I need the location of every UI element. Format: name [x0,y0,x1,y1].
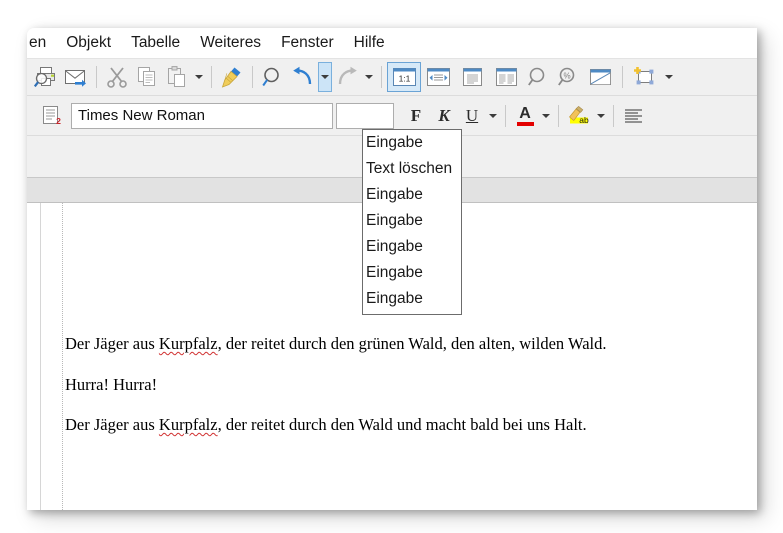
menu-bar: en Objekt Tabelle Weiteres Fenster Hilfe [27,28,757,58]
text-run: Hurra! Hurra! [65,374,158,394]
highlight-color-button[interactable]: ab [564,101,594,131]
undo-icon[interactable] [288,62,318,92]
toolbar-separator [505,104,506,127]
standard-toolbar: 1:1 % [27,58,757,96]
toolbar-separator [558,104,559,127]
document-paragraph[interactable]: Der Jäger aus Kurpfalz, der reitet durch… [65,415,755,434]
toolbar-separator [252,66,253,88]
toolbar-separator [613,104,614,127]
zoom-two-pages-icon[interactable] [489,62,523,92]
font-color-swatch [516,121,534,126]
menu-item-tabelle[interactable]: Tabelle [122,32,189,54]
zoom-in-icon[interactable] [523,62,553,92]
text-run: Der Jäger aus [65,415,159,434]
zoom-page-width-icon[interactable] [421,62,455,92]
redo-dropdown-caret[interactable] [362,62,376,92]
toolbar-separator [622,66,623,88]
font-color-button[interactable]: A [511,102,539,130]
toolbar-separator [381,66,382,88]
copy-icon[interactable] [132,62,162,92]
font-color-dropdown-caret[interactable] [539,101,553,131]
email-icon[interactable] [61,62,91,92]
paste-dropdown-caret[interactable] [192,62,206,92]
zoom-percent-icon[interactable]: % [553,62,583,92]
text-run: , der reitet durch den Wald und macht ba… [217,415,587,434]
document-paragraph[interactable]: Hurra! Hurra! [65,374,755,394]
undo-menu-item[interactable]: Text löschen [363,157,461,183]
find-icon[interactable] [258,62,288,92]
text-run: , der reitet durch den grünen Wald, den … [217,334,607,353]
font-name-combo[interactable]: Times New Roman [71,102,333,129]
undo-menu-item[interactable]: Eingabe [363,209,461,235]
cut-icon[interactable] [102,62,132,92]
menu-item-hilfe[interactable]: Hilfe [345,32,394,54]
print-preview-icon[interactable] [31,62,61,92]
insert-object-dropdown-caret[interactable] [662,62,676,92]
undo-history-dropdown-caret[interactable] [318,62,332,92]
undo-menu-item[interactable]: Eingabe [363,287,461,313]
clone-formatting-icon[interactable] [217,62,247,92]
zoom-100-icon[interactable]: 1:1 [387,62,421,92]
redo-icon[interactable] [332,62,362,92]
misspelled-word: Kurpfalz [158,415,218,434]
toolbar-separator [211,66,212,88]
menu-item-einfuegen-clipped[interactable]: en [29,32,55,54]
text-run: Der Jäger aus [65,334,159,353]
zoom-one-page-icon[interactable] [455,62,489,92]
screenshot-canvas: en Objekt Tabelle Weiteres Fenster Hilfe [0,0,783,533]
font-size-combo[interactable] [336,102,394,129]
zoom-window-icon[interactable] [583,62,617,92]
highlight-label: ab [579,115,589,125]
undo-menu-item[interactable]: Eingabe [363,261,461,287]
undo-history-dropdown[interactable]: Eingabe Text löschen Eingabe Eingabe Eingabe… [362,129,462,315]
undo-menu-item[interactable]: Eingabe [363,183,461,209]
underline-dropdown-caret[interactable] [486,101,500,131]
svg-text:%: % [563,71,570,80]
font-name-value: Times New Roman [78,107,205,124]
document-paragraph[interactable]: Der Jäger aus Kurpfalz, der reitet durch… [65,334,755,353]
align-justify-icon[interactable] [619,101,649,131]
insert-object-icon[interactable] [628,62,662,92]
paragraph-style-badge: 2 [56,116,61,126]
highlight-dropdown-caret[interactable] [594,101,608,131]
underline-button[interactable]: U [458,102,486,130]
menu-item-weiteres[interactable]: Weiteres [191,32,270,54]
document-body-text[interactable]: Der Jäger aus Kurpfalz, der reitet durch… [65,334,755,458]
undo-menu-item[interactable]: Eingabe [363,131,461,157]
paste-icon[interactable] [162,62,192,92]
menu-item-fenster[interactable]: Fenster [272,32,343,54]
misspelled-word: Kurpfalz [158,334,218,353]
writer-application-window: en Objekt Tabelle Weiteres Fenster Hilfe [27,28,757,510]
undo-menu-item[interactable]: Eingabe [363,235,461,261]
italic-button[interactable]: K [430,102,458,130]
toolbar-separator [96,66,97,88]
svg-text:1:1: 1:1 [398,74,410,84]
menu-item-objekt[interactable]: Objekt [57,32,120,54]
font-color-label: A [519,104,531,122]
paragraph-style-icon[interactable]: 2 [37,101,67,131]
bold-button[interactable]: F [402,102,430,130]
